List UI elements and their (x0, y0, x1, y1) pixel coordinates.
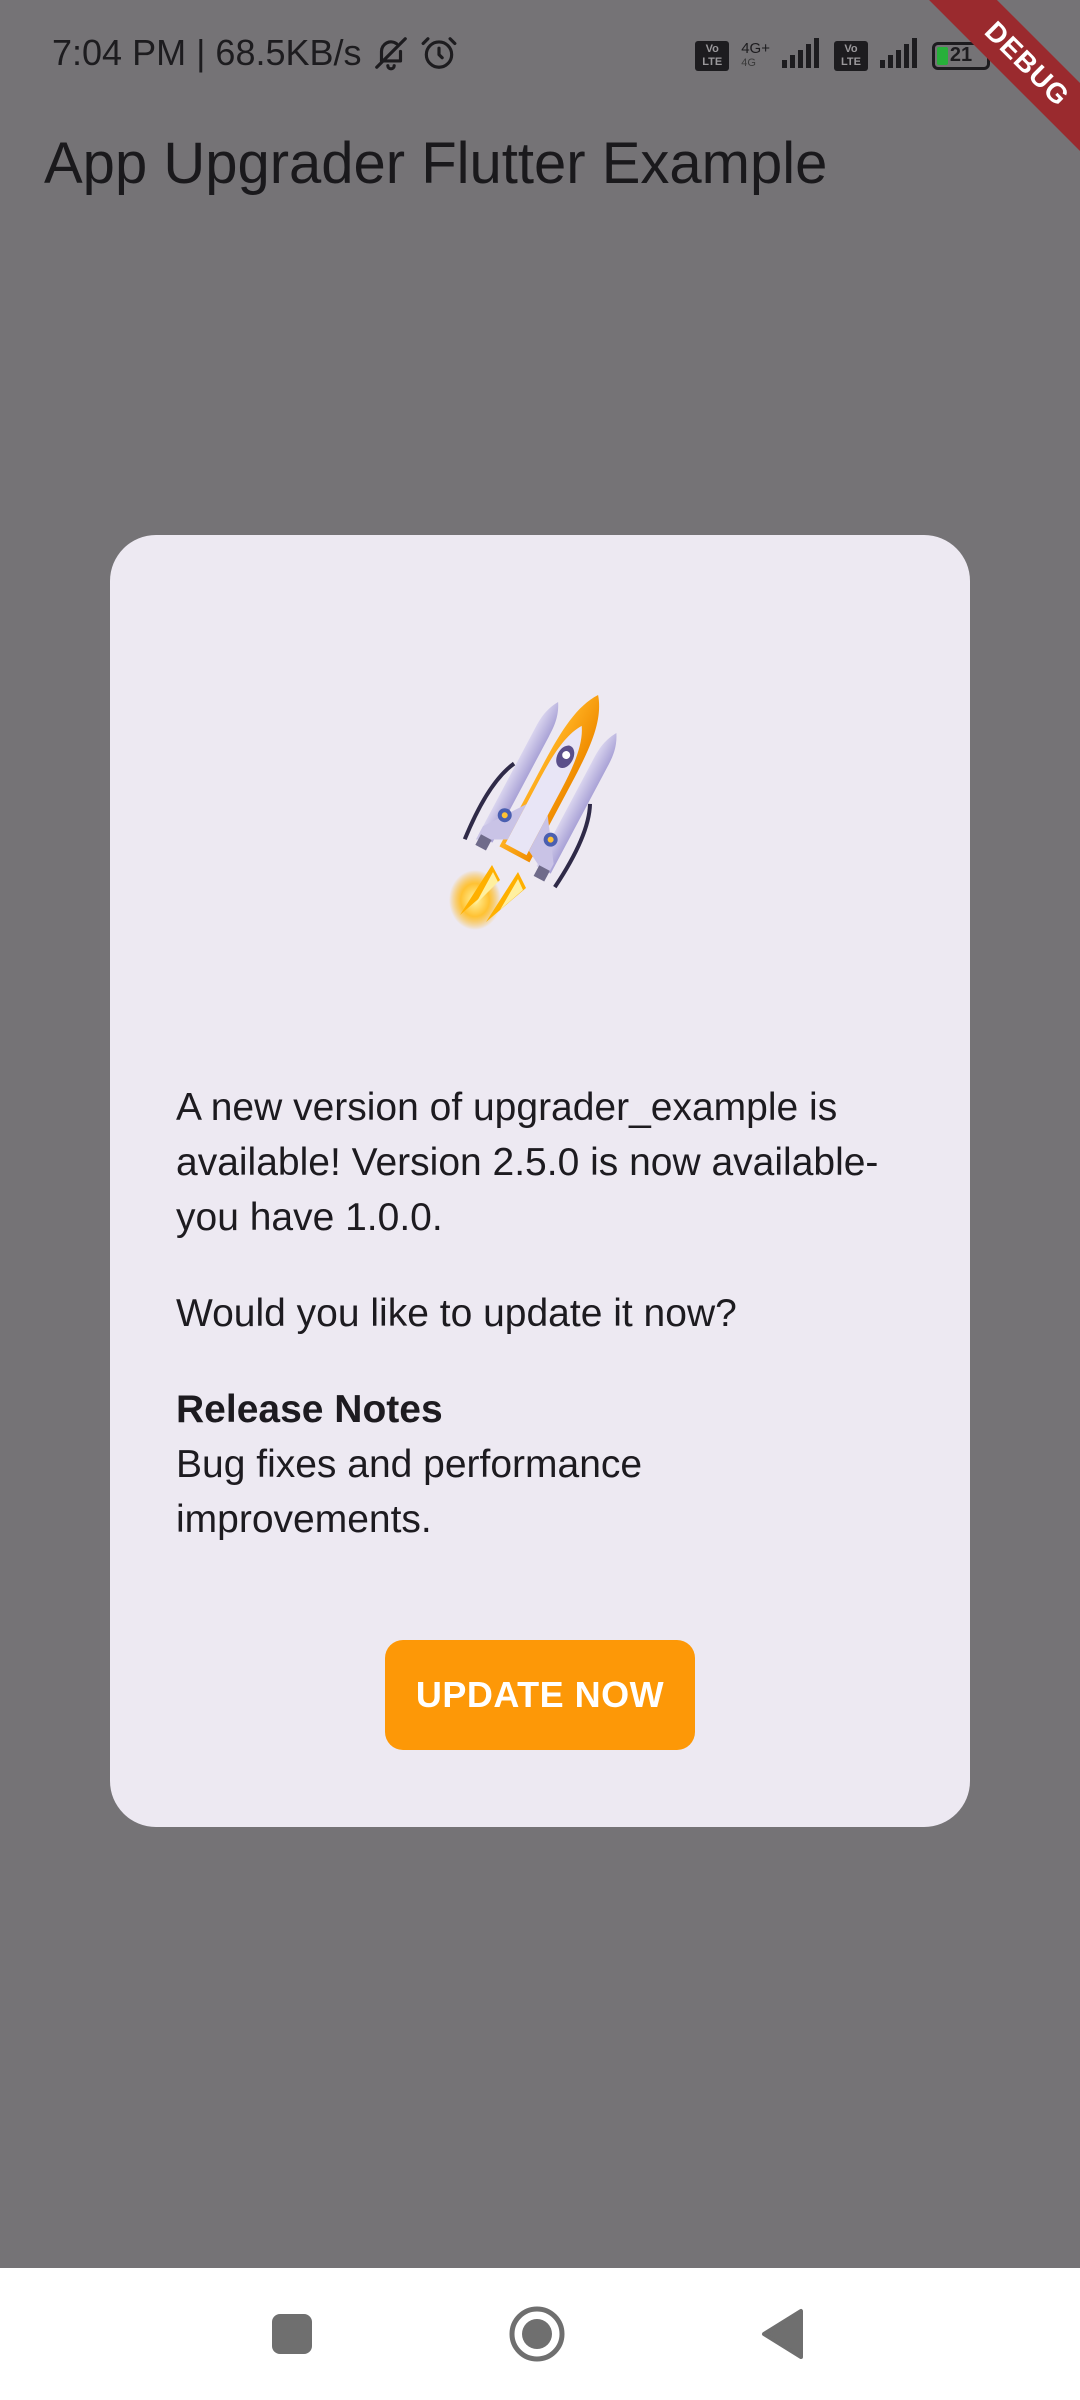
recents-button[interactable] (260, 2302, 324, 2366)
signal-icon (782, 38, 822, 73)
release-notes-body: Bug fixes and performance improvements. (176, 1443, 643, 1541)
home-icon (509, 2306, 565, 2362)
nav-bar (0, 2268, 1080, 2400)
network-type: 4G+ 4G (741, 41, 770, 71)
bell-off-icon (372, 34, 410, 72)
signal-icon-2 (880, 38, 920, 73)
screen: 7:04 PM | 68.5KB/s Vo LTE 4G+ 4G Vo LTE … (0, 0, 1080, 2400)
rocket-icon (430, 660, 650, 940)
status-time-speed: 7:04 PM | 68.5KB/s (52, 32, 362, 73)
recents-icon (272, 2314, 312, 2354)
update-dialog: A new version of upgrader_example is ava… (110, 535, 970, 1827)
update-prompt: Would you like to update it now? (176, 1292, 737, 1335)
update-message: A new version of upgrader_example is ava… (176, 1086, 879, 1239)
release-notes-title: Release Notes (176, 1388, 443, 1431)
network-type-label: 4G+ (741, 39, 770, 57)
page-title: App Upgrader Flutter Example (44, 131, 828, 196)
status-right: Vo LTE 4G+ 4G Vo LTE 21 (695, 38, 995, 73)
home-button[interactable] (505, 2302, 569, 2366)
volte-badge-2: Vo LTE (834, 40, 868, 71)
volte-badge-1: Vo LTE (695, 40, 730, 71)
status-left: 7:04 PM | 68.5KB/s (52, 32, 458, 74)
alarm-icon (420, 34, 458, 72)
dialog-body: A new version of upgrader_example is ava… (176, 1080, 904, 1547)
back-button[interactable] (750, 2302, 814, 2366)
network-sub-label: 4G (741, 56, 756, 69)
status-bar: 7:04 PM | 68.5KB/s Vo LTE 4G+ 4G Vo LTE … (0, 0, 1080, 115)
back-icon (762, 2309, 803, 2359)
update-now-button[interactable]: UPDATE NOW (385, 1640, 695, 1750)
